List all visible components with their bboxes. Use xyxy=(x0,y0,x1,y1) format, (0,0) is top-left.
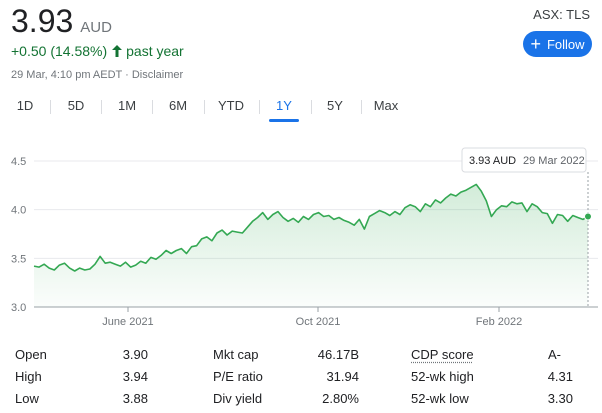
tab-label: 1M xyxy=(117,98,137,113)
follow-button[interactable]: + Follow xyxy=(523,31,592,57)
price-area-fill xyxy=(34,184,588,307)
tab-divider xyxy=(311,100,312,114)
stat-value-52wk-low: 3.30 xyxy=(547,391,573,406)
tab-5y[interactable]: 5Y xyxy=(321,98,349,122)
price-header: 3.93 AUD xyxy=(11,2,112,40)
active-tab-indicator xyxy=(269,119,299,122)
stat-value-pe-ratio: 31.94 xyxy=(326,369,359,384)
tab-label: 5Y xyxy=(327,98,343,113)
arrow-up-icon xyxy=(112,45,123,57)
stat-value-mkt-cap: 46.17B xyxy=(317,347,359,362)
y-tick-label: 3.0 xyxy=(11,302,26,314)
tab-max[interactable]: Max xyxy=(371,98,401,122)
stat-label-low: Low xyxy=(15,391,39,406)
stat-label-high: High xyxy=(15,369,42,384)
timestamp-disclaimer: 29 Mar, 4:10 pm AEDT · Disclaimer xyxy=(11,69,184,81)
change-period: past year xyxy=(126,43,184,59)
x-tick-label: Oct 2021 xyxy=(296,316,341,328)
y-tick-label: 4.0 xyxy=(11,205,26,217)
stat-value-52wk-high: 4.31 xyxy=(547,369,573,384)
currency-label: AUD xyxy=(80,19,112,36)
stat-label-52wk-high: 52-wk high xyxy=(411,369,474,384)
tab-1m[interactable]: 1M xyxy=(112,98,142,122)
tab-1y[interactable]: 1Y xyxy=(269,98,299,122)
stat-value-open: 3.90 xyxy=(122,347,148,362)
stat-value-cdp-score: A- xyxy=(548,347,561,362)
tab-divider xyxy=(50,100,51,114)
y-tick-label: 4.5 xyxy=(11,156,26,168)
tab-divider xyxy=(259,100,260,114)
stat-label-mkt-cap: Mkt cap xyxy=(213,347,259,362)
price-chart[interactable]: 3.93 AUD 29 Mar 2022 4.5 4.0 3.5 3.0 June 20… xyxy=(0,146,602,336)
stat-value-low: 3.88 xyxy=(122,391,148,406)
chart-tooltip: 3.93 AUD 29 Mar 2022 xyxy=(461,147,587,173)
tab-divider xyxy=(101,100,102,114)
tab-6m[interactable]: 6M xyxy=(163,98,193,122)
x-tick-label: June 2021 xyxy=(102,316,153,328)
tab-divider xyxy=(204,100,205,114)
stat-value-high: 3.94 xyxy=(122,369,148,384)
x-tick-label: Feb 2022 xyxy=(476,316,522,328)
y-tick-label: 3.5 xyxy=(11,253,26,265)
tooltip-date: 29 Mar 2022 xyxy=(523,155,585,167)
tab-5d[interactable]: 5D xyxy=(62,98,90,122)
ticker-symbol: ASX: TLS xyxy=(533,7,590,22)
tab-label: 5D xyxy=(67,98,85,113)
stat-label-div-yield: Div yield xyxy=(213,391,263,406)
price-change: +0.50 (14.58%) past year xyxy=(11,43,184,59)
tab-divider xyxy=(361,100,362,114)
tab-label: 6M xyxy=(168,98,188,113)
stat-value-div-yield: 2.80% xyxy=(322,391,359,406)
tab-label: 1D xyxy=(16,98,34,113)
tooltip-price: 3.93 AUD xyxy=(469,155,516,167)
tab-divider xyxy=(152,100,153,114)
tab-label: 1Y xyxy=(276,98,292,113)
tab-label: Max xyxy=(373,98,399,113)
change-amount: +0.50 (14.58%) xyxy=(11,43,108,59)
tab-1d[interactable]: 1D xyxy=(11,98,39,122)
stat-label-cdp-score[interactable]: CDP score xyxy=(411,347,474,362)
current-point-marker xyxy=(584,212,592,221)
stat-label-52wk-low: 52-wk low xyxy=(411,391,469,406)
tab-ytd[interactable]: YTD xyxy=(214,98,248,122)
current-price: 3.93 xyxy=(11,3,74,39)
plus-icon: + xyxy=(530,34,541,54)
stat-label-pe-ratio: P/E ratio xyxy=(213,369,263,384)
tab-label: YTD xyxy=(218,98,244,113)
stat-label-open: Open xyxy=(15,347,47,362)
follow-button-label: Follow xyxy=(546,36,585,52)
